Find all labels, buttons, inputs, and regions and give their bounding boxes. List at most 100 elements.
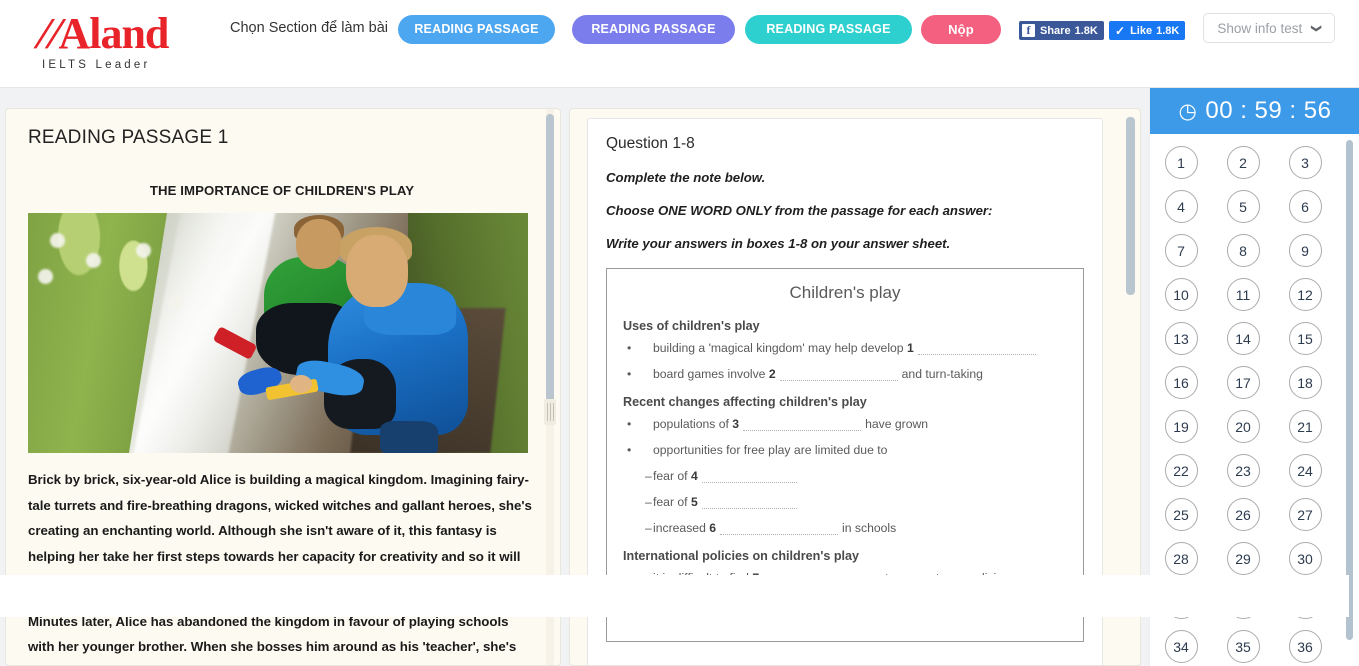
chevron-down-icon: ❯ [1310,23,1322,33]
submit-button[interactable]: Nộp bài [921,15,1001,66]
gap-number: 4 [687,469,698,483]
question-number-4[interactable]: 4 [1164,190,1198,223]
note-item-marker: • [627,443,632,457]
note-item-text: fear of 5 [653,495,801,509]
question-number-3[interactable]: 3 [1288,146,1322,179]
note-item: • it is difficult to find 7 to support new… [623,571,1067,585]
note-title: Children's play [789,283,901,302]
page-title: READING PASSAGE 1 [28,127,229,148]
gap-number: 5 [687,495,698,509]
note-item-text: research needs to study the impact of pl… [653,597,1014,611]
question-number-23[interactable]: 23 [1226,454,1260,487]
question-number-36[interactable]: 36 [1288,630,1322,663]
panel-resize-grip[interactable] [544,399,556,425]
countdown-timer: ◷ 00 : 59 : 56 [1150,88,1359,134]
question-number-17[interactable]: 17 [1226,366,1260,399]
question-number-14[interactable]: 14 [1226,322,1260,355]
question-number-29[interactable]: 29 [1226,542,1260,575]
gap-number: 1 [903,341,914,355]
tab-reading-passage-3[interactable]: READING PASSAGE 3 [745,15,912,65]
question-number-30[interactable]: 30 [1288,542,1322,575]
answer-navigation-panel: ◷ 00 : 59 : 56 1 2 3 4 5 6 7 8 9 10 11 12 13 14 15 16 17… [1149,88,1359,666]
question-number-27[interactable]: 27 [1288,498,1322,531]
clock-icon: ◷ [1178,99,1198,123]
note-completion-box: Children's play Uses of children's play •… [606,268,1084,642]
logo-main-text: Aland [58,9,169,58]
question-number-18[interactable]: 18 [1288,366,1322,399]
question-instruction: Complete the note below. [606,170,766,185]
show-info-test-dropdown[interactable]: Show info test ❯ [1203,13,1335,43]
question-number-13[interactable]: 13 [1164,322,1198,355]
question-number-31[interactable]: 31 [1164,586,1198,619]
facebook-share-button[interactable]: f Share 1.8K [1019,21,1104,40]
question-number-20[interactable]: 20 [1226,410,1260,443]
note-item: – increased 6 in schools [623,521,1067,535]
note-item: • research needs to study the impact of p… [623,597,1067,611]
app-body: READING PASSAGE 1 THE IMPORTANCE OF CHIL… [0,88,1359,666]
note-item: • opportunities for free play are limited… [623,443,1067,457]
question-number-5[interactable]: 5 [1226,190,1260,223]
question-number-28[interactable]: 28 [1164,542,1198,575]
note-section-heading: Uses of children's play [623,319,760,333]
question-number-21[interactable]: 21 [1288,410,1322,443]
passage-scrollbar-thumb[interactable] [546,114,554,414]
question-number-1[interactable]: 1 [1164,146,1198,179]
answer-gap[interactable] [701,472,797,483]
note-item-marker: • [627,367,632,381]
question-number-26[interactable]: 26 [1226,498,1260,531]
note-item-marker: • [627,341,632,355]
answer-gap[interactable] [763,574,882,585]
brand-logo[interactable]: //Aland IELTS Leader [31,9,218,71]
question-number-22[interactable]: 22 [1164,454,1198,487]
answer-gap[interactable] [743,420,862,431]
facebook-like-button[interactable]: ✓ Like 1.8K [1109,21,1186,40]
question-number-25[interactable]: 25 [1164,498,1198,531]
answer-gap[interactable] [720,524,839,535]
note-item: • populations of 3 have grown [623,417,1067,431]
note-item: – fear of 4 [623,469,1067,483]
question-number-10[interactable]: 10 [1164,278,1198,311]
question-number-9[interactable]: 9 [1288,234,1322,267]
children-playing-photo [28,213,528,453]
question-number-15[interactable]: 15 [1288,322,1322,355]
note-item: • board games involve 2 and turn-taking [623,367,1067,381]
app-header: //Aland IELTS Leader Chọn Section để làm… [0,0,1359,88]
passage-paragraph: Minutes later, Alice has abandoned the k… [28,613,517,666]
tab-reading-passage-1[interactable]: READING PASSAGE 1 [398,15,555,65]
question-number-33[interactable]: 33 [1288,586,1322,619]
question-number-24[interactable]: 24 [1288,454,1322,487]
note-item: – fear of 5 [623,495,1067,509]
tab-reading-passage-2[interactable]: READING PASSAGE 2 [572,15,735,65]
question-number-34[interactable]: 34 [1164,630,1198,663]
note-item-text: populations of 3 have grown [653,417,929,431]
question-panel: Question 1-8 Complete the note below. Ch… [569,108,1141,666]
question-number-12[interactable]: 12 [1288,278,1322,311]
note-item-text: it is difficult to find 7 to support new … [653,571,1010,585]
gap-number: 7 [748,571,760,585]
passage-subtitle: THE IMPORTANCE OF CHILDREN'S PLAY [149,183,415,198]
question-scrollbar-thumb[interactable] [1126,117,1135,295]
question-number-32[interactable]: 32 [1226,586,1260,619]
question-number-grid: 1 2 3 4 5 6 7 8 9 10 11 12 13 14 15 16 17 18 19 20 21 22 23 24 2… [1150,134,1336,663]
note-item-marker: • [627,571,632,585]
share-label: Share [1040,24,1071,37]
question-number-16[interactable]: 16 [1164,366,1198,399]
answer-gap[interactable] [779,370,898,381]
note-item: • building a 'magical kingdom' may help d… [623,341,1067,355]
question-number-6[interactable]: 6 [1288,190,1322,223]
question-number-2[interactable]: 2 [1226,146,1260,179]
gap-number: 6 [705,521,717,535]
answer-gap[interactable] [917,344,1036,355]
like-label: Like [1130,24,1153,37]
answer-gap[interactable] [701,498,797,509]
question-number-19[interactable]: 19 [1164,410,1198,443]
question-instruction: Choose ONE WORD ONLY from the passage fo… [606,203,993,218]
question-instruction: Write your answers in boxes 1-8 on your … [606,236,951,251]
question-number-8[interactable]: 8 [1226,234,1260,267]
reading-passage-panel: READING PASSAGE 1 THE IMPORTANCE OF CHIL… [5,108,561,666]
question-number-35[interactable]: 35 [1226,630,1260,663]
answer-panel-scrollbar-thumb[interactable] [1346,140,1353,640]
question-number-11[interactable]: 11 [1226,278,1260,311]
question-number-7[interactable]: 7 [1164,234,1198,267]
note-item-text: board games involve 2 and turn-taking [653,367,983,381]
